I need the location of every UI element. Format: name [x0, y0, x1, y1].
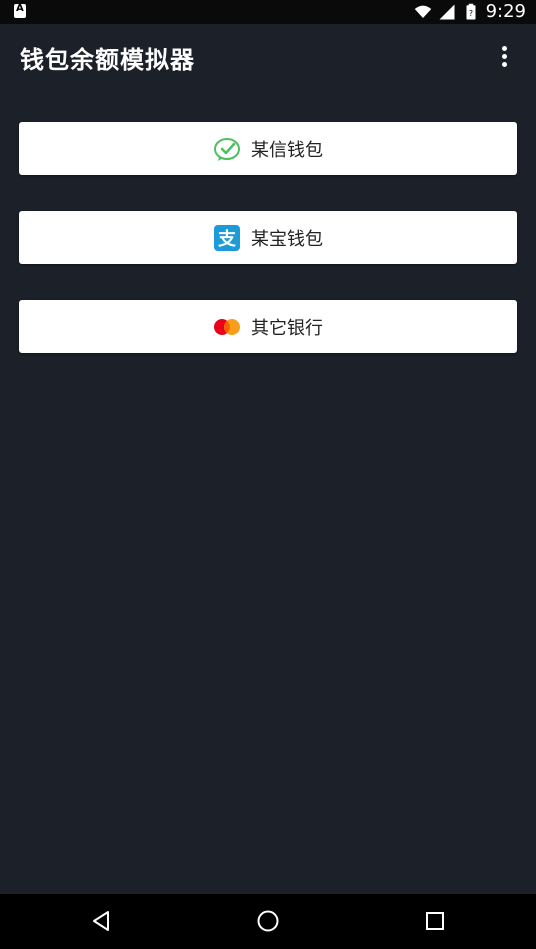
mastercard-icon: [213, 313, 241, 341]
status-time: 9:29: [485, 1, 526, 22]
nav-bar: [0, 894, 536, 949]
svg-text:?: ?: [469, 9, 473, 18]
dot: [501, 53, 507, 59]
status-icons: ? 9:29: [414, 0, 526, 24]
svg-text:支: 支: [217, 228, 237, 250]
status-bar: ? 9:29: [0, 0, 536, 24]
other-bank-button[interactable]: 其它银行: [19, 300, 517, 353]
wifi-icon: [414, 5, 431, 18]
notification-icon: [14, 3, 26, 18]
more-vert-icon[interactable]: [492, 42, 516, 70]
home-icon[interactable]: [253, 906, 283, 936]
option-label: 某宝钱包: [251, 228, 323, 250]
option-label: 某信钱包: [251, 139, 323, 161]
battery-icon: ?: [466, 3, 476, 20]
alipay-icon: 支: [213, 224, 241, 252]
back-icon[interactable]: [86, 906, 116, 936]
dot: [501, 61, 507, 67]
screen: ? 9:29 钱包余额模拟器 某信钱包 支: [0, 0, 536, 949]
wechat-icon: [213, 135, 241, 163]
alipay-wallet-button[interactable]: 支 某宝钱包: [19, 211, 517, 264]
signal-icon: [439, 4, 455, 20]
wechat-wallet-button[interactable]: 某信钱包: [19, 122, 517, 175]
dot: [501, 45, 507, 51]
app-bar: 钱包余额模拟器: [0, 24, 536, 90]
recents-icon[interactable]: [420, 906, 450, 936]
option-label: 其它银行: [251, 317, 323, 339]
app-title: 钱包余额模拟器: [20, 46, 195, 74]
